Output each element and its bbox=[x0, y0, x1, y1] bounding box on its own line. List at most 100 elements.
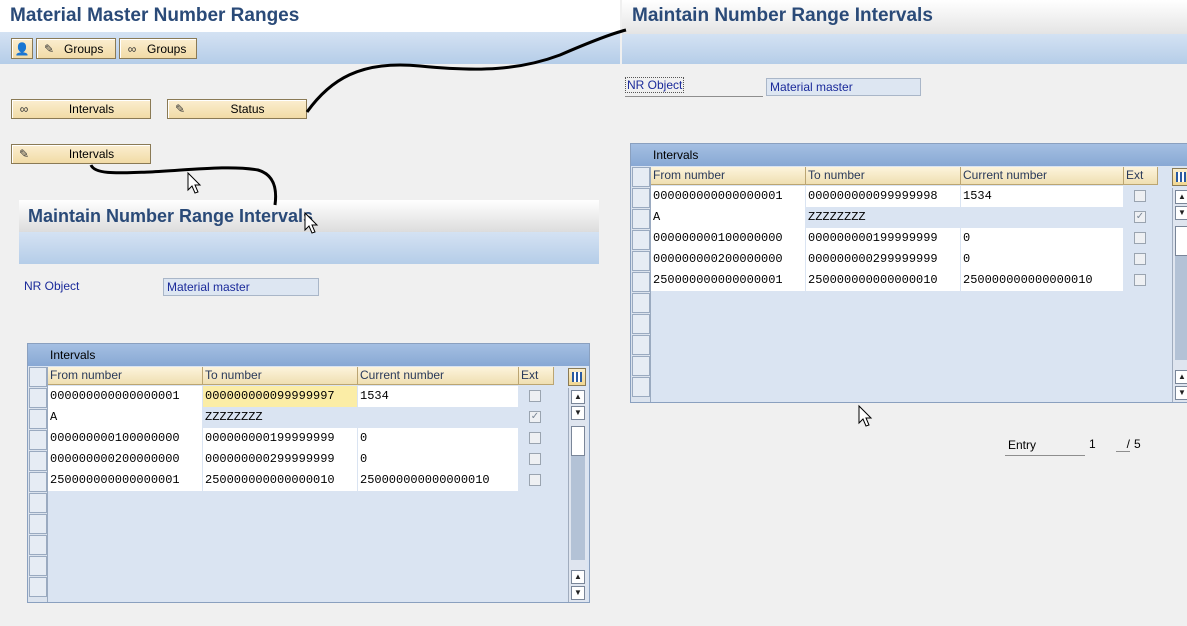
column-header-ext[interactable]: Ext bbox=[1124, 167, 1158, 185]
cell-current[interactable]: 1534 bbox=[358, 386, 518, 407]
column-header-from-number[interactable]: From number bbox=[48, 367, 203, 385]
row-selector[interactable] bbox=[29, 556, 47, 576]
status-button[interactable]: ✎ Status bbox=[167, 99, 307, 119]
row-selector[interactable] bbox=[29, 493, 47, 513]
row-selector[interactable] bbox=[632, 293, 650, 313]
cell-from[interactable]: A bbox=[48, 407, 202, 428]
cell-from[interactable]: A bbox=[651, 207, 805, 228]
cell-from[interactable]: 000000000000000001 bbox=[48, 386, 202, 407]
inner-toolbar bbox=[19, 232, 599, 264]
column-header-current-number[interactable]: Current number bbox=[961, 167, 1124, 185]
right-title-bar: Maintain Number Range Intervals bbox=[622, 0, 1187, 34]
cell-to[interactable]: 250000000000000010 bbox=[203, 470, 357, 491]
scroll-down-icon[interactable]: ▼ bbox=[571, 586, 585, 600]
scroll-down-icon[interactable]: ▼ bbox=[571, 406, 585, 420]
row-selector[interactable] bbox=[632, 335, 650, 355]
row-selector[interactable] bbox=[29, 472, 47, 492]
ext-checkbox[interactable]: ✓ bbox=[1134, 211, 1146, 223]
ext-checkbox[interactable] bbox=[529, 474, 541, 486]
cell-current[interactable]: 0 bbox=[358, 428, 518, 449]
row-selector[interactable] bbox=[632, 377, 650, 397]
cell-from[interactable]: 000000000200000000 bbox=[651, 249, 805, 270]
table-settings-icon[interactable] bbox=[568, 368, 586, 386]
cell-to[interactable]: ZZZZZZZZ bbox=[203, 407, 357, 428]
right-nr-object-field[interactable]: Material master bbox=[766, 78, 921, 96]
ext-checkbox[interactable] bbox=[529, 390, 541, 402]
cell-to[interactable]: 000000000199999999 bbox=[203, 428, 357, 449]
ext-checkbox[interactable] bbox=[1134, 253, 1146, 265]
ext-checkbox[interactable] bbox=[1134, 190, 1146, 202]
row-selector[interactable] bbox=[632, 209, 650, 229]
row-selector[interactable] bbox=[29, 388, 47, 408]
cell-from[interactable]: 250000000000000001 bbox=[48, 470, 202, 491]
column-header-to-number[interactable]: To number bbox=[806, 167, 961, 185]
cell-to[interactable]: 250000000000000010 bbox=[806, 270, 960, 291]
cell-current[interactable] bbox=[358, 407, 518, 428]
column-header-ext[interactable]: Ext bbox=[519, 367, 554, 385]
vertical-scrollbar[interactable]: ▲ ▼ ▲ ▼ bbox=[568, 388, 587, 602]
row-selector[interactable] bbox=[29, 430, 47, 450]
ext-checkbox[interactable] bbox=[1134, 274, 1146, 286]
cell-from[interactable]: 000000000100000000 bbox=[651, 228, 805, 249]
ext-checkbox[interactable] bbox=[529, 432, 541, 444]
groups-change-button[interactable]: ✎ Groups bbox=[36, 38, 116, 59]
groups-display-label: Groups bbox=[147, 41, 187, 56]
intervals-display-label: Intervals bbox=[68, 102, 115, 116]
scroll-track[interactable] bbox=[571, 456, 585, 560]
ext-checkbox[interactable] bbox=[529, 453, 541, 465]
cell-to[interactable]: 000000000099999998 bbox=[806, 186, 960, 207]
column-header-to-number[interactable]: To number bbox=[203, 367, 358, 385]
cell-current[interactable] bbox=[961, 207, 1123, 228]
row-selector[interactable] bbox=[29, 409, 47, 429]
groups-display-button[interactable]: ∞ Groups bbox=[119, 38, 197, 59]
cell-to[interactable]: ZZZZZZZZ bbox=[806, 207, 960, 228]
row-selector[interactable] bbox=[632, 314, 650, 334]
cell-current[interactable]: 1534 bbox=[961, 186, 1123, 207]
intervals-display-button[interactable]: ∞ Intervals bbox=[11, 99, 151, 119]
row-selector[interactable] bbox=[632, 272, 650, 292]
scroll-track[interactable] bbox=[1175, 256, 1187, 360]
cell-current[interactable]: 0 bbox=[961, 228, 1123, 249]
scroll-up-icon[interactable]: ▲ bbox=[1175, 190, 1187, 204]
left-title-bar: Material Master Number Ranges bbox=[0, 0, 620, 32]
cell-to[interactable]: 000000000099999997 bbox=[203, 386, 357, 407]
ext-checkbox[interactable] bbox=[1134, 232, 1146, 244]
scroll-down-icon[interactable]: ▼ bbox=[1175, 386, 1187, 400]
scroll-thumb[interactable] bbox=[571, 426, 585, 456]
cell-from[interactable]: 000000000100000000 bbox=[48, 428, 202, 449]
column-header-current-number[interactable]: Current number bbox=[358, 367, 519, 385]
cell-current[interactable]: 250000000000000010 bbox=[961, 270, 1123, 291]
scroll-down-icon[interactable]: ▼ bbox=[1175, 206, 1187, 220]
ext-checkbox[interactable]: ✓ bbox=[529, 411, 541, 423]
cell-current[interactable]: 0 bbox=[358, 449, 518, 470]
cell-to[interactable]: 000000000299999999 bbox=[203, 449, 357, 470]
glasses-icon: ∞ bbox=[19, 102, 29, 116]
row-selector[interactable] bbox=[29, 577, 47, 597]
cell-from[interactable]: 250000000000000001 bbox=[651, 270, 805, 291]
table-settings-icon[interactable] bbox=[1172, 168, 1187, 186]
cell-to[interactable]: 000000000299999999 bbox=[806, 249, 960, 270]
scroll-up-icon[interactable]: ▲ bbox=[571, 570, 585, 584]
cell-current[interactable]: 250000000000000010 bbox=[358, 470, 518, 491]
row-selector[interactable] bbox=[632, 356, 650, 376]
row-selector[interactable] bbox=[632, 251, 650, 271]
vertical-scrollbar[interactable]: ▲ ▼ ▲ ▼ bbox=[1172, 188, 1187, 402]
intervals-change-button[interactable]: ✎ Intervals bbox=[11, 144, 151, 164]
row-selector[interactable] bbox=[632, 188, 650, 208]
inner-nr-object-field[interactable]: Material master bbox=[163, 278, 319, 296]
person-button[interactable]: 👤 bbox=[11, 38, 33, 59]
cell-from[interactable]: 000000000200000000 bbox=[48, 449, 202, 470]
scroll-up-icon[interactable]: ▲ bbox=[571, 390, 585, 404]
cell-to[interactable]: 000000000199999999 bbox=[806, 228, 960, 249]
cell-from[interactable]: 000000000000000001 bbox=[651, 186, 805, 207]
column-header-from-number[interactable]: From number bbox=[651, 167, 806, 185]
row-selector[interactable] bbox=[632, 230, 650, 250]
row-selector[interactable] bbox=[29, 367, 47, 387]
cell-current[interactable]: 0 bbox=[961, 249, 1123, 270]
row-selector[interactable] bbox=[29, 451, 47, 471]
scroll-up-icon[interactable]: ▲ bbox=[1175, 370, 1187, 384]
row-selector[interactable] bbox=[632, 167, 650, 187]
row-selector[interactable] bbox=[29, 514, 47, 534]
scroll-thumb[interactable] bbox=[1175, 226, 1187, 256]
row-selector[interactable] bbox=[29, 535, 47, 555]
